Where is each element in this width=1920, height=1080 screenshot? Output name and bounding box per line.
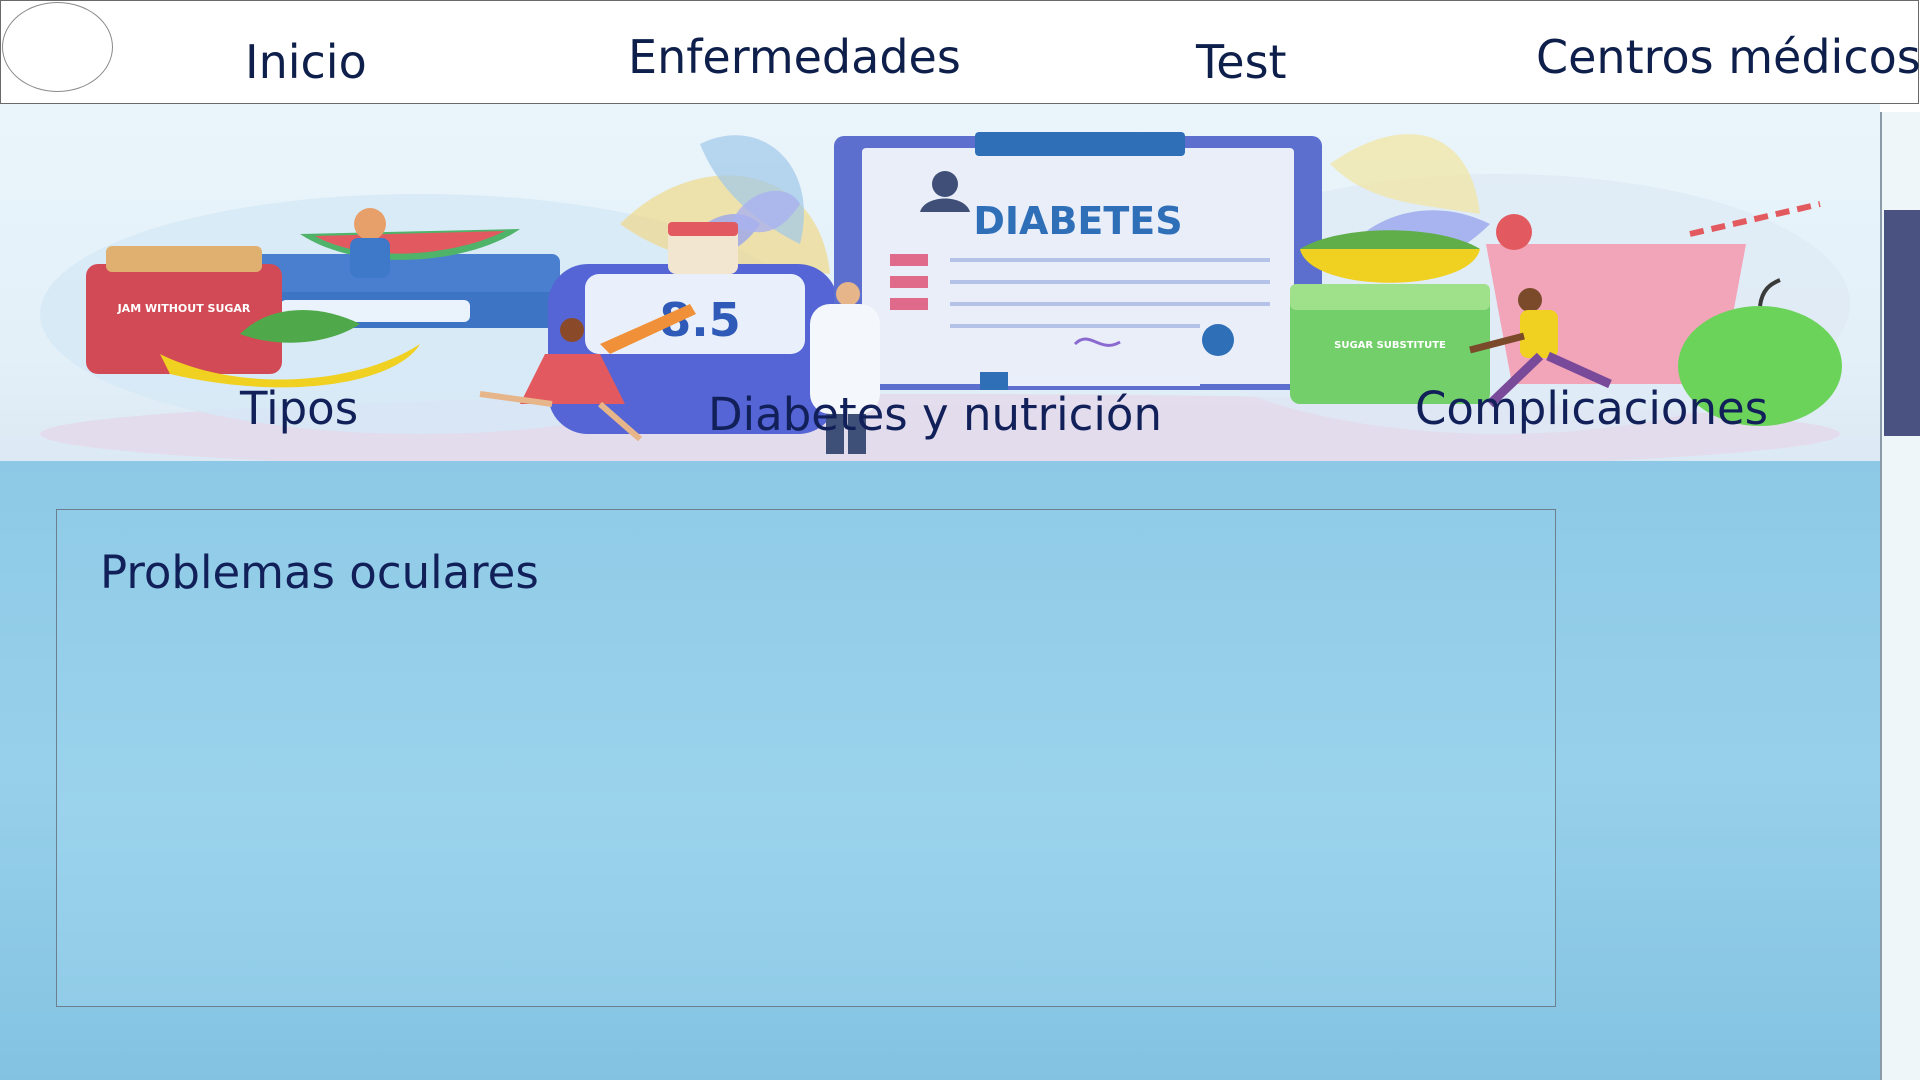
vertical-scrollbar[interactable] <box>1880 112 1920 1080</box>
link-diabetes-nutricion[interactable]: Diabetes y nutrición <box>708 392 1162 437</box>
top-navigation: Inicio Enfermedades Test Centros médicos <box>0 0 1920 104</box>
banner-diabetes-text: DIABETES <box>973 199 1182 243</box>
hero-banner: JAM WITHOUT SUGAR 8.5 DIABETES SUGAR SUB… <box>0 104 1880 461</box>
panel-title: Problemas oculares <box>100 546 539 599</box>
scrollbar-thumb[interactable] <box>1884 210 1920 436</box>
content-panel: Problemas oculares <box>56 509 1556 1007</box>
nav-centros-medicos[interactable]: Centros médicos <box>1536 34 1920 80</box>
jam-label: JAM WITHOUT SUGAR <box>117 302 251 315</box>
main-content: Problemas oculares <box>0 461 1880 1080</box>
sugar-label: SUGAR SUBSTITUTE <box>1334 340 1446 351</box>
link-tipos[interactable]: Tipos <box>240 386 358 431</box>
logo-circle[interactable] <box>2 2 113 92</box>
link-complicaciones[interactable]: Complicaciones <box>1415 386 1768 431</box>
nav-inicio[interactable]: Inicio <box>245 39 367 85</box>
nav-test[interactable]: Test <box>1196 39 1287 85</box>
nav-enfermedades[interactable]: Enfermedades <box>628 34 961 80</box>
